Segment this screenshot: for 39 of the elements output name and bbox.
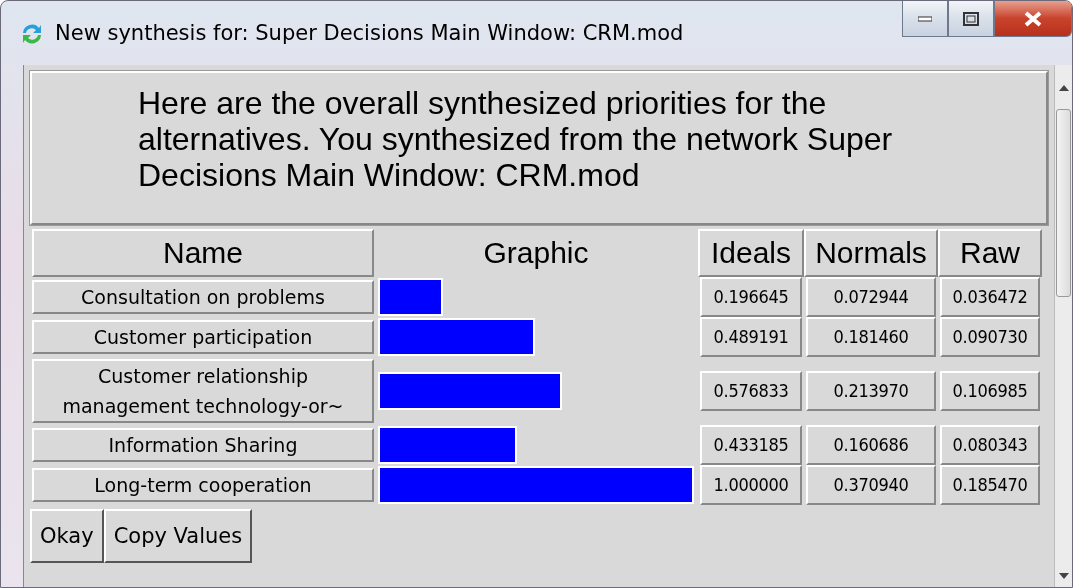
raw-cell: 0.080343 — [940, 425, 1040, 465]
normals-cell: 0.181460 — [806, 317, 936, 357]
normals-cell: 0.370940 — [806, 465, 936, 505]
column-header: Raw — [938, 229, 1042, 277]
raw-cell: 0.185470 — [940, 465, 1040, 505]
ideals-cell: 0.196645 — [700, 277, 802, 317]
column-header: Name — [32, 229, 374, 277]
minimize-icon — [918, 15, 932, 22]
ideals-cell: 0.576833 — [700, 371, 802, 411]
message-text: Here are the overall synthesized priorities for the alternatives. You synthesized from the network Super Decisions Main Window: CRM.mod — [30, 71, 1048, 225]
okay-button[interactable]: Okay — [30, 509, 104, 563]
normals-cell: 0.072944 — [806, 277, 936, 317]
column-header: Normals — [804, 229, 938, 277]
copy-values-button[interactable]: Copy Values — [103, 509, 253, 563]
name-cell: Long-term cooperation — [32, 468, 374, 502]
close-icon — [1024, 10, 1042, 27]
ideals-cell: 0.433185 — [700, 425, 802, 465]
ideals-cell: 1.000000 — [700, 465, 802, 505]
scrollbar[interactable] — [1054, 65, 1072, 587]
maximize-button[interactable] — [948, 1, 994, 37]
raw-cell: 0.090730 — [940, 317, 1040, 357]
maximize-icon — [963, 11, 979, 26]
name-cell: Customer participation — [32, 320, 374, 354]
window-title: New synthesis for: Super Decisions Main Window: CRM.mod — [55, 20, 684, 47]
minimize-button[interactable] — [902, 1, 948, 37]
name-cell: Information Sharing — [32, 428, 374, 462]
ideals-cell: 0.489191 — [700, 317, 802, 357]
name-cell: Customer relationship management technology-or~ — [32, 359, 374, 423]
name-cell: Consultation on problems — [32, 280, 374, 314]
raw-cell: 0.036472 — [940, 277, 1040, 317]
scroll-thumb[interactable] — [1056, 109, 1071, 297]
close-button[interactable] — [994, 1, 1072, 37]
scroll-down-icon — [1059, 573, 1069, 579]
normals-cell: 0.213970 — [806, 371, 936, 411]
column-header: Ideals — [698, 229, 804, 277]
column-header: Graphic — [482, 235, 590, 271]
normals-cell: 0.160686 — [806, 425, 936, 465]
scroll-up-icon — [1059, 85, 1069, 91]
raw-cell: 0.106985 — [940, 371, 1040, 411]
